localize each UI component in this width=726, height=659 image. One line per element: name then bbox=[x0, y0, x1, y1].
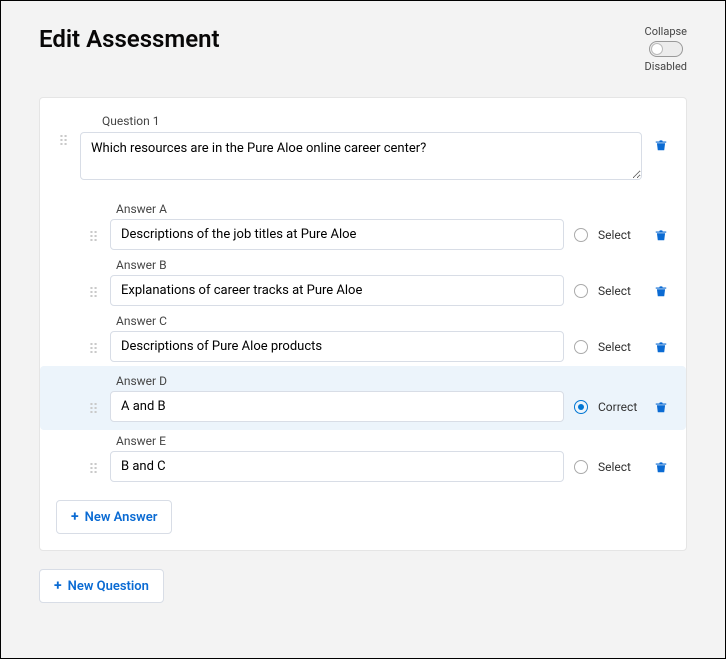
delete-answer-button[interactable] bbox=[652, 338, 670, 356]
answer-label: Answer C bbox=[116, 314, 670, 328]
answer-label: Answer A bbox=[116, 202, 670, 216]
answer-input[interactable] bbox=[110, 391, 564, 422]
answer-input[interactable] bbox=[110, 275, 564, 306]
answer-label: Answer B bbox=[116, 258, 670, 272]
answer-status: Select bbox=[598, 284, 642, 298]
new-answer-button[interactable]: + New Answer bbox=[56, 500, 172, 534]
collapse-state: Disabled bbox=[645, 60, 687, 73]
correct-answer-radio[interactable] bbox=[574, 228, 588, 242]
question-label: Question 1 bbox=[102, 114, 670, 128]
answer-input[interactable] bbox=[110, 451, 564, 482]
answer-row: Answer C Select bbox=[56, 310, 670, 366]
drag-handle-icon[interactable] bbox=[86, 290, 100, 298]
answer-row: Answer A Select bbox=[56, 198, 670, 254]
delete-question-button[interactable] bbox=[652, 136, 670, 154]
new-answer-label: New Answer bbox=[85, 510, 158, 525]
plus-icon: + bbox=[54, 578, 62, 594]
page-title: Edit Assessment bbox=[39, 25, 220, 53]
trash-icon bbox=[654, 284, 668, 298]
correct-answer-radio[interactable] bbox=[574, 284, 588, 298]
answer-status: Select bbox=[598, 228, 642, 242]
drag-handle-icon[interactable] bbox=[86, 406, 100, 414]
collapse-control: Collapse Disabled bbox=[645, 25, 687, 73]
answer-status: Select bbox=[598, 340, 642, 354]
delete-answer-button[interactable] bbox=[652, 226, 670, 244]
drag-handle-icon[interactable] bbox=[56, 138, 70, 146]
correct-answer-radio[interactable] bbox=[574, 340, 588, 354]
collapse-title: Collapse bbox=[645, 25, 687, 38]
delete-answer-button[interactable] bbox=[652, 398, 670, 416]
answer-label: Answer D bbox=[116, 374, 670, 388]
drag-handle-icon[interactable] bbox=[86, 234, 100, 242]
drag-handle-icon[interactable] bbox=[86, 346, 100, 354]
answer-row: Answer E Select bbox=[56, 430, 670, 486]
answer-label: Answer E bbox=[116, 434, 670, 448]
trash-icon bbox=[654, 340, 668, 354]
answer-row: Answer D Correct bbox=[40, 366, 686, 430]
answer-row: Answer B Select bbox=[56, 254, 670, 310]
trash-icon bbox=[654, 460, 668, 474]
trash-icon bbox=[654, 400, 668, 414]
delete-answer-button[interactable] bbox=[652, 282, 670, 300]
collapse-toggle[interactable] bbox=[649, 41, 683, 57]
question-card: Question 1 Answer ASelectAnswer BSelectA… bbox=[39, 97, 687, 551]
question-input[interactable] bbox=[80, 132, 642, 180]
answer-status: Correct bbox=[598, 400, 642, 414]
drag-handle-icon[interactable] bbox=[86, 466, 100, 474]
delete-answer-button[interactable] bbox=[652, 458, 670, 476]
new-question-label: New Question bbox=[68, 579, 149, 594]
correct-answer-radio[interactable] bbox=[574, 460, 588, 474]
answer-status: Select bbox=[598, 460, 642, 474]
trash-icon bbox=[654, 138, 668, 152]
answer-input[interactable] bbox=[110, 331, 564, 362]
correct-answer-radio[interactable] bbox=[574, 400, 588, 414]
plus-icon: + bbox=[71, 509, 79, 525]
answer-input[interactable] bbox=[110, 219, 564, 250]
new-question-button[interactable]: + New Question bbox=[39, 569, 164, 603]
trash-icon bbox=[654, 228, 668, 242]
